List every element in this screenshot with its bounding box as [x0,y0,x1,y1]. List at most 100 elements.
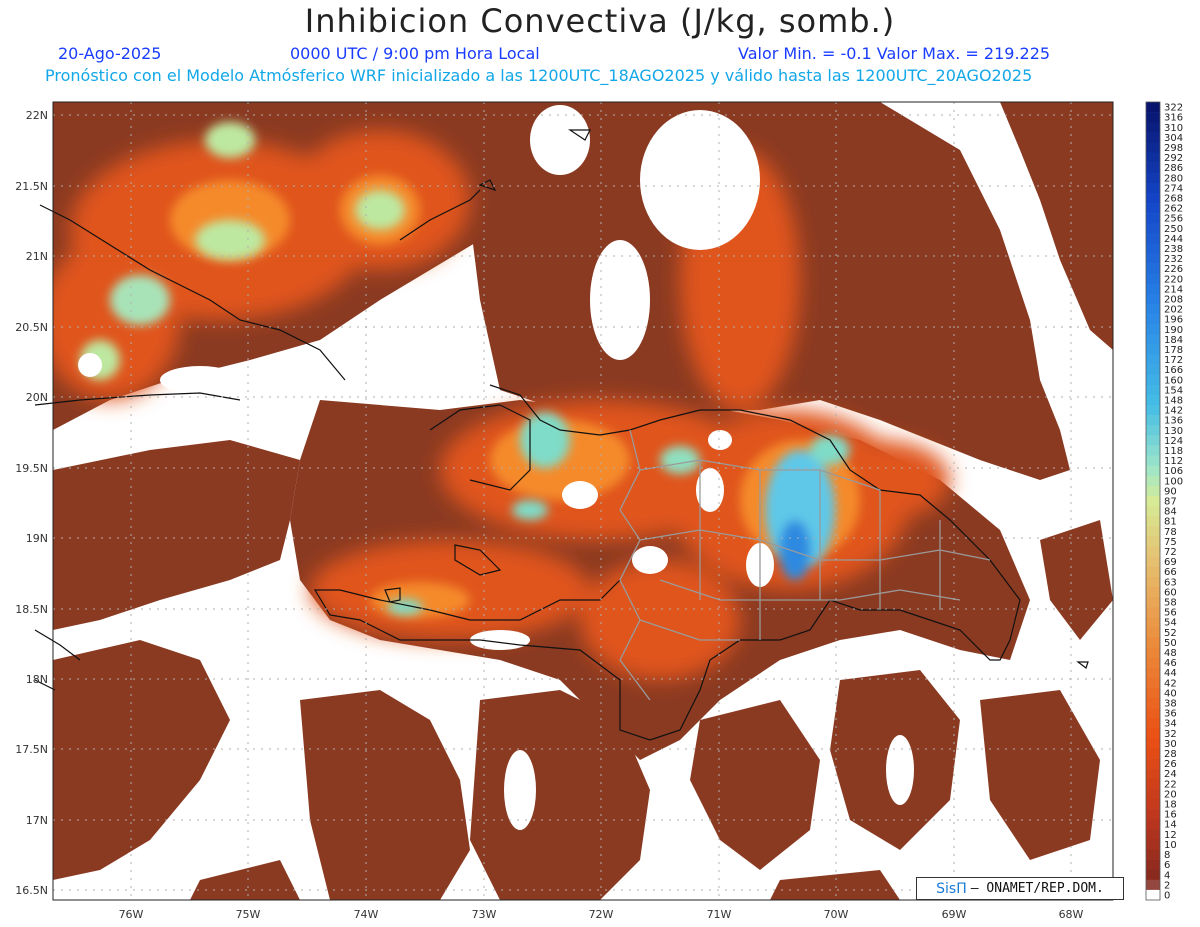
lat-label: 17N [26,814,48,827]
legend-swatch [1146,384,1160,396]
lon-label: 69W [942,908,967,921]
legend-swatch [1146,132,1160,143]
lon-label: 71W [707,908,732,921]
legend-swatch [1146,102,1160,113]
legend-swatch [1146,273,1160,285]
legend-swatch [1146,394,1160,406]
legend-swatch [1146,526,1160,537]
lon-label: 73W [472,908,497,921]
legend-swatch [1146,334,1160,345]
legend-swatch [1146,869,1160,881]
legend-swatch [1146,243,1160,254]
legend-swatch [1146,758,1160,769]
legend-swatch [1146,718,1160,729]
lat-label: 20N [26,391,48,404]
legend-swatch [1146,576,1160,588]
legend-swatch [1146,566,1160,578]
legend-swatch [1146,324,1160,335]
lon-label: 70W [824,908,849,921]
legend-swatch [1146,778,1160,790]
color-legend: 3223163103042982922862802742682622562502… [1145,101,1183,901]
legend-swatch [1146,465,1160,477]
legend-swatch [1146,546,1160,557]
legend-swatch [1146,435,1160,446]
legend-swatch [1146,697,1160,709]
legend-swatch [1146,657,1160,668]
legend-swatch [1146,455,1160,466]
lat-label: 19N [26,532,48,545]
legend-swatch [1146,788,1160,800]
legend-swatch [1146,253,1160,264]
lat-label: 21N [26,250,48,263]
legend-swatch [1146,556,1160,567]
legend-swatch [1146,364,1160,376]
legend-swatch [1146,798,1160,810]
legend-swatch [1146,192,1160,204]
lat-label: 18.5N [15,603,48,616]
legend-swatch [1146,263,1160,275]
legend-swatch [1146,112,1160,123]
legend-swatch [1146,213,1160,224]
legend-swatch [1146,142,1160,153]
lat-label: 18N [26,673,48,686]
legend-swatch [1146,445,1160,456]
legend-swatch [1146,415,1160,426]
legend-swatch [1146,586,1160,598]
legend-swatch [1146,627,1160,638]
lat-label: 17.5N [15,743,48,756]
legend-swatch [1146,203,1160,214]
credit-text: – ONAMET/REP.DOM. [970,881,1104,896]
legend-swatch [1146,748,1160,759]
legend-swatch [1146,152,1160,163]
legend-swatch [1146,768,1160,780]
legend-swatch [1146,405,1160,416]
legend-swatch [1146,475,1160,487]
legend-swatch [1146,728,1160,739]
legend-swatch [1146,687,1160,699]
legend-swatch [1146,738,1160,749]
legend-swatch [1146,536,1160,547]
legend-swatch [1146,233,1160,244]
lat-label: 20.5N [15,321,48,334]
legend-swatch [1146,829,1160,840]
lon-label: 68W [1059,908,1084,921]
legend-swatch [1146,596,1160,608]
legend-swatch [1146,889,1160,901]
lon-label: 74W [354,908,379,921]
lat-label: 16.5N [15,884,48,897]
legend-swatch [1146,182,1160,194]
legend-swatch [1146,708,1160,719]
legend-swatch [1146,506,1160,517]
legend-swatch [1146,495,1160,507]
legend-swatch [1146,172,1160,184]
legend-swatch [1146,425,1160,436]
legend-swatch [1146,223,1160,234]
legend-swatch [1146,667,1160,679]
legend-swatch [1146,809,1160,820]
lon-label: 75W [236,908,261,921]
lat-label: 21.5N [15,180,48,193]
credit-box: SisΠ – ONAMET/REP.DOM. [916,877,1124,900]
legend-swatch [1146,344,1160,355]
legend-swatch [1146,293,1160,305]
lat-label: 22N [26,109,48,122]
legend-swatch [1146,647,1160,658]
legend-swatch [1146,677,1160,689]
legend-swatch [1146,283,1160,295]
legend-swatch [1146,516,1160,527]
legend-swatch [1146,637,1160,648]
legend-swatch [1146,485,1160,497]
brand-logo: SisΠ [936,880,967,897]
legend-swatch [1146,304,1160,315]
legend-swatch [1146,819,1160,830]
lon-label: 76W [119,908,144,921]
legend-swatch [1146,839,1160,850]
legend-label: 0 [1164,890,1170,901]
legend-swatch [1146,879,1160,891]
legend-swatch [1146,162,1160,174]
lat-label: 19.5N [15,462,48,475]
legend-swatch [1146,859,1160,870]
legend-swatch [1146,617,1160,628]
legend-swatch [1146,314,1160,325]
legend-swatch [1146,354,1160,365]
